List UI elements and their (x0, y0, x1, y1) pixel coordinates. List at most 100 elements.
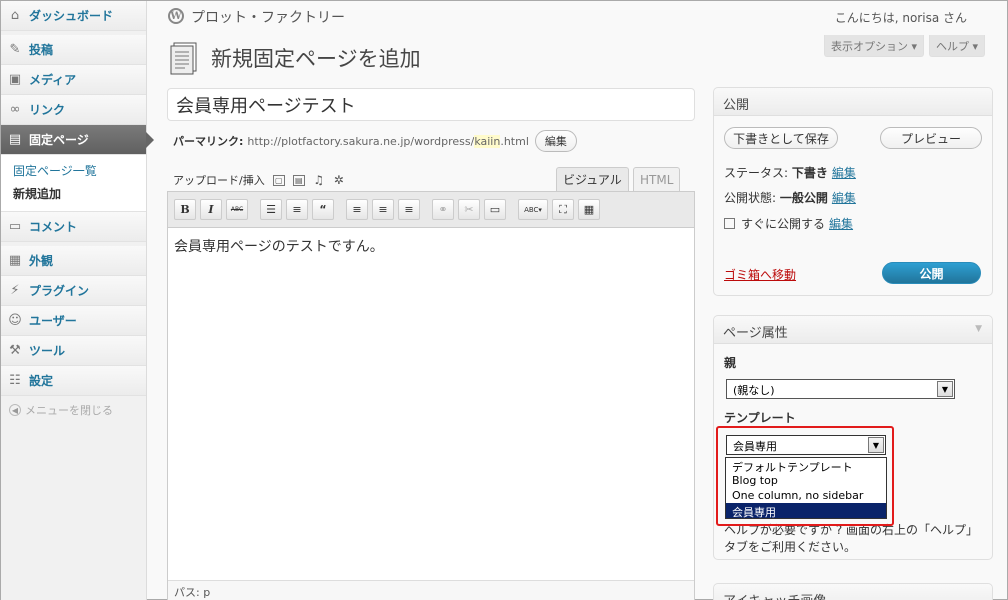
page-attributes-title: ページ属性 (723, 326, 788, 341)
more-tag-button[interactable]: ▭ (484, 199, 506, 220)
menu-posts[interactable]: ✎ 投稿 (1, 35, 146, 65)
submenu-all-pages[interactable]: 固定ページ一覧 (1, 159, 146, 182)
permalink-row: パーマリンク: http://plotfactory.sakura.ne.jp/… (173, 130, 577, 152)
menu-tools[interactable]: ⚒ ツール (1, 336, 146, 366)
pin-icon: ✎ (9, 42, 21, 57)
page-title: 新規固定ページを追加 (211, 47, 421, 71)
menu-links[interactable]: ∞ リンク (1, 95, 146, 125)
menu-label: メディア (29, 73, 77, 87)
parent-select[interactable]: (親なし) ▼ (726, 379, 955, 399)
menu-label: 投稿 (29, 43, 54, 57)
help-tab[interactable]: ヘルプ ▾ (928, 35, 985, 57)
plugin-icon: ⚡ (10, 283, 20, 298)
menu-label: 外観 (29, 254, 54, 268)
visibility-value: 一般公開 (779, 191, 828, 205)
bullet-list-button[interactable]: ☰ (260, 199, 282, 220)
permalink-url: http://plotfactory.sakura.ne.jp/wordpres… (247, 134, 475, 148)
strikethrough-button[interactable]: ABC (226, 199, 248, 220)
blockquote-button[interactable]: “ (312, 199, 334, 220)
publish-heading[interactable]: 公開 (714, 88, 992, 116)
page-attributes-heading[interactable]: ページ属性 ▼ (714, 316, 992, 344)
submenu-add-new[interactable]: 新規追加 (1, 182, 146, 205)
kitchen-sink-button[interactable]: ▦ (578, 199, 600, 220)
menu-settings[interactable]: ☷ 設定 (1, 366, 146, 396)
editor-path-bar: パス: p (168, 580, 694, 600)
align-right-button[interactable]: ≡ (398, 199, 420, 220)
template-label: テンプレート (724, 411, 796, 425)
screen-options-tab[interactable]: 表示オプション ▾ (823, 35, 924, 57)
spellcheck-button[interactable]: ABC▾ (518, 199, 548, 220)
home-icon: ⌂ (10, 8, 20, 23)
add-audio-icon[interactable]: ♫ (313, 173, 325, 187)
media-icon: ▣ (8, 72, 22, 87)
numbered-list-button[interactable]: ≡ (286, 199, 308, 220)
publish-button[interactable]: 公開 (882, 262, 981, 284)
users-icon: ☺ (8, 313, 22, 328)
menu-label: ダッシュボード (29, 9, 114, 23)
collapse-arrow-icon[interactable]: ▼ (975, 324, 982, 334)
status-row: ステータス: 下書き 編集 (724, 164, 856, 181)
unlink-button[interactable]: ✂ (458, 199, 480, 220)
post-title-input[interactable] (167, 88, 695, 121)
tab-html[interactable]: HTML (633, 167, 681, 191)
collapse-label: メニューを閉じる (25, 404, 113, 417)
menu-users[interactable]: ☺ ユーザー (1, 306, 146, 336)
move-to-trash-link[interactable]: ゴミ箱へ移動 (724, 266, 796, 283)
link-icon: ∞ (9, 102, 21, 117)
menu-label: リンク (29, 103, 66, 117)
schedule-edit-link[interactable]: 編集 (829, 215, 853, 232)
align-center-button[interactable]: ≡ (372, 199, 394, 220)
insert-link-button[interactable]: ⚭ (432, 199, 454, 220)
menu-dashboard[interactable]: ⌂ ダッシュボード (1, 1, 146, 31)
collapse-arrow-icon: ◀ (9, 404, 21, 416)
align-left-button[interactable]: ≡ (346, 199, 368, 220)
publish-box: 公開 下書きとして保存 プレビュー ステータス: 下書き 編集 公開状態: 一般公… (713, 87, 993, 296)
schedule-row: すぐに公開する 編集 (724, 215, 853, 232)
settings-icon: ☷ (9, 373, 21, 388)
status-edit-link[interactable]: 編集 (832, 166, 856, 180)
visibility-row: 公開状態: 一般公開 編集 (724, 189, 856, 206)
menu-label: 設定 (29, 374, 54, 388)
dropdown-arrow-icon[interactable]: ▼ (937, 381, 953, 397)
menu-label: ユーザー (29, 314, 77, 328)
add-media-icon[interactable]: ✲ (333, 173, 345, 187)
parent-label: 親 (724, 356, 737, 370)
italic-button[interactable]: I (200, 199, 222, 220)
site-name[interactable]: プロット・ファクトリー (191, 7, 345, 27)
menu-label: コメント (29, 220, 78, 234)
upload-label: アップロード/挿入 (173, 174, 265, 187)
collapse-menu[interactable]: ◀ メニューを閉じる (1, 396, 146, 424)
add-video-icon[interactable]: ▤ (292, 174, 305, 186)
visibility-edit-link[interactable]: 編集 (832, 191, 856, 205)
add-image-icon[interactable]: ▢ (272, 174, 285, 186)
status-value: 下書き (791, 166, 828, 180)
permalink-ext: .html (500, 134, 529, 148)
menu-pages[interactable]: ▤ 固定ページ (1, 125, 154, 155)
featured-image-box: アイキャッチ画像 (713, 583, 993, 600)
save-draft-button[interactable]: 下書きとして保存 (724, 127, 838, 149)
editor-content[interactable]: 会員専用ページのテストですん。 (168, 228, 694, 264)
bold-button[interactable]: B (174, 199, 196, 220)
menu-label: 固定ページ (29, 133, 89, 147)
preview-button[interactable]: プレビュー (880, 127, 982, 149)
permalink-slug[interactable]: kaiin (474, 134, 501, 148)
menu-appearance[interactable]: ▦ 外観 (1, 246, 146, 276)
tab-visual[interactable]: ビジュアル (556, 167, 629, 191)
wordpress-logo-icon: W (168, 8, 184, 24)
user-greeting[interactable]: こんにちは, norisa さん (835, 9, 967, 26)
menu-label: ツール (29, 344, 66, 358)
annotation-highlight-box (716, 426, 894, 526)
menu-media[interactable]: ▣ メディア (1, 65, 146, 95)
comment-icon: ▭ (8, 219, 22, 234)
featured-image-heading[interactable]: アイキャッチ画像 (714, 584, 992, 600)
fullscreen-button[interactable]: ⛶ (552, 199, 574, 220)
menu-plugins[interactable]: ⚡ プラグイン (1, 276, 146, 306)
permalink-label: パーマリンク: (173, 135, 244, 148)
permalink-edit-button[interactable]: 編集 (534, 130, 577, 152)
page-title-icon (170, 42, 197, 75)
tools-icon: ⚒ (9, 343, 21, 358)
menu-comments[interactable]: ▭ コメント (1, 212, 146, 242)
pages-submenu: 固定ページ一覧 新規追加 (1, 155, 146, 212)
appearance-icon: ▦ (8, 253, 22, 268)
page-icon: ▤ (8, 132, 22, 147)
